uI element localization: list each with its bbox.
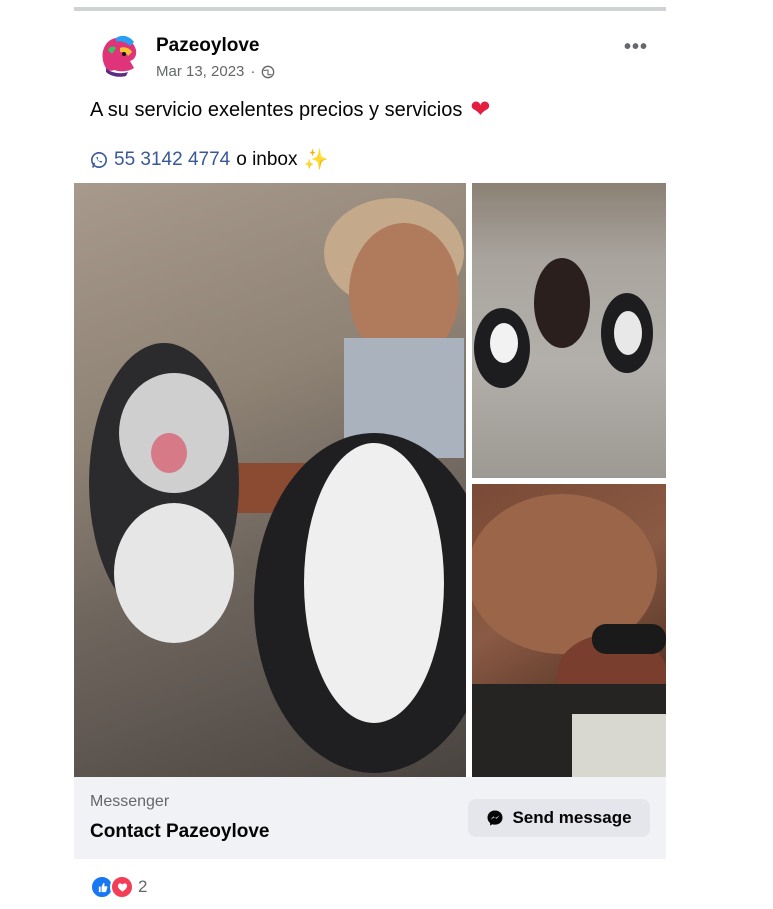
whatsapp-icon [90,151,108,169]
contact-label: Contact Pazeoylove [90,821,270,842]
message-text: A su servicio exelentes precios y servic… [90,98,463,121]
sparkles-emoji-icon: ✨ [303,149,329,171]
messenger-icon [487,810,503,826]
heart-emoji-icon: ❤ [470,96,491,123]
love-reaction-icon [110,875,134,899]
profile-avatar[interactable] [90,28,146,84]
post-card: Pazeoylove Mar 13, 2023 · ••• A su servi… [74,11,666,909]
post-message-line1: A su servicio exelentes precios y servic… [90,98,490,122]
messenger-cta: Messenger Contact Pazeoylove Send messag… [74,777,666,859]
photo-grid [74,183,666,777]
post-date[interactable]: Mar 13, 2023 [156,63,244,80]
photo-selfie-with-dogs[interactable] [74,183,466,777]
send-message-label: Send message [512,808,632,827]
reaction-count: 2 [138,877,148,896]
globe-icon [262,65,275,78]
photo-brown-dog-selfie[interactable] [472,484,666,777]
author-name[interactable]: Pazeoylove [156,35,260,57]
reactions-summary[interactable]: 2 [90,875,147,899]
post-message-line2: 55 3142 4774 o inbox ✨ [90,147,328,172]
messenger-label: Messenger [90,793,170,810]
post-meta: Mar 13, 2023 · [156,63,275,80]
send-message-button[interactable]: Send message [468,799,650,837]
meta-separator: · [250,63,256,80]
photo-three-dogs[interactable] [472,183,666,478]
phone-link[interactable]: 55 3142 4774 [114,149,230,171]
inbox-text: o inbox [236,148,298,170]
more-options-button[interactable]: ••• [624,36,648,59]
